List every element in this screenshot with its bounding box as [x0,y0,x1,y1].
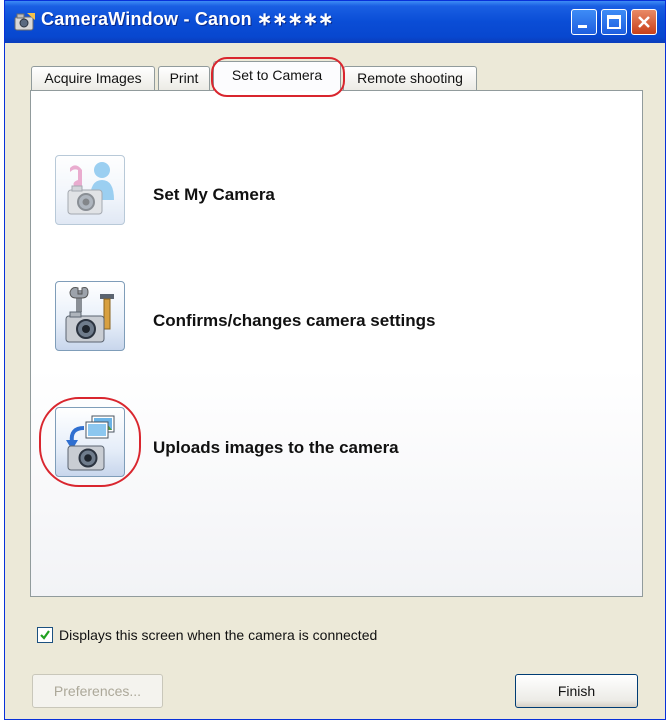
preferences-button[interactable]: Preferences... [32,674,163,708]
maximize-icon [607,15,621,29]
minimize-button[interactable] [571,9,597,35]
tab-label: Remote shooting [357,70,463,86]
upload-images-icon [66,415,115,471]
tab-acquire-images[interactable]: Acquire Images [31,66,155,90]
camera-settings-icon [65,287,114,343]
tab-set-to-camera[interactable]: Set to Camera [213,61,341,91]
upload-images-button[interactable] [55,407,125,477]
maximize-button[interactable] [601,9,627,35]
checkmark-icon [40,630,50,640]
tab-print[interactable]: Print [158,66,210,90]
camera-window: CameraWindow - Canon ∗∗∗∗∗ Acquire Image… [4,0,666,720]
camera-settings-button[interactable] [55,281,125,351]
window-title: CameraWindow - Canon ∗∗∗∗∗ [41,9,334,29]
auto-display-checkbox[interactable] [37,627,53,643]
upload-images-label: Uploads images to the camera [153,438,399,457]
set-my-camera-button[interactable] [55,155,125,225]
finish-button-label: Finish [557,683,596,699]
title-bar[interactable]: CameraWindow - Canon ∗∗∗∗∗ [5,1,665,43]
tab-label: Acquire Images [44,70,142,86]
camerawindow-app-icon [14,13,35,31]
set-to-camera-panel: Set My Camera Confirms/changes camera se… [30,90,643,597]
auto-display-label: Displays this screen when the camera is … [59,627,378,643]
preferences-button-label: Preferences... [53,683,142,699]
camera-settings-label: Confirms/changes camera settings [153,311,436,330]
minimize-icon [578,25,587,28]
tab-label: Print [169,70,199,86]
close-button[interactable] [631,9,657,35]
close-icon [638,16,650,28]
set-my-camera-label: Set My Camera [153,185,275,204]
finish-button[interactable]: Finish [515,674,638,708]
tab-remote-shooting[interactable]: Remote shooting [343,66,477,90]
tab-label: Set to Camera [231,67,323,83]
set-my-camera-icon [67,162,114,215]
